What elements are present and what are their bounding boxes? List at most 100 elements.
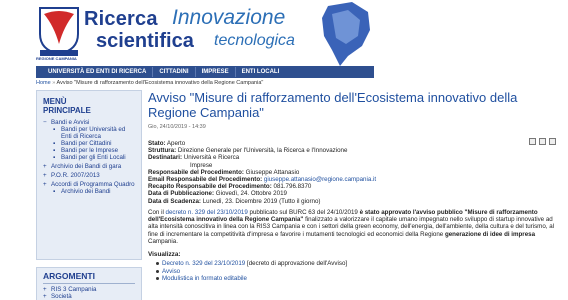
article-date: Gio, 24/10/2019 - 14:39 xyxy=(148,124,206,130)
arguments-title: ARGOMENTI xyxy=(43,271,95,281)
site-header: Ricerca scientifica Innovazione tecnolog… xyxy=(0,0,568,68)
menu-title-line2: PRINCIPALE xyxy=(43,106,91,115)
menu-bullet-icon: ▪ xyxy=(53,154,56,161)
nav-item-enti-locali[interactable]: ENTI LOCALI xyxy=(236,67,286,77)
visualizza-heading: Visualizza: xyxy=(148,251,181,259)
pub-value: Giovedì, 24. Ottobre 2019 xyxy=(215,190,287,198)
scad-label: Data di Scadenza: xyxy=(148,197,201,205)
sidebar-item-label: Bandi per Università ed Enti di Ricerca xyxy=(61,126,126,140)
stato-label: Stato: xyxy=(148,140,166,147)
sidebar-item[interactable]: ▪ Bandi per le Imprese xyxy=(43,147,135,154)
sidebar-item[interactable]: + Archivio dei Bandi di gara xyxy=(43,163,135,170)
sidebar-item[interactable]: + Accordi di Programma Quadro xyxy=(43,181,135,188)
argument-item[interactable]: + Società xyxy=(43,293,135,300)
attachment-item: Decreto n. 329 del 23/10/2019 [decreto d… xyxy=(156,260,560,267)
nav-item-universita[interactable]: UNIVERSITÀ ED ENTI DI RICERCA xyxy=(42,67,154,77)
breadcrumb-current: Avviso "Misure di rafforzamento dell'Eco… xyxy=(56,80,264,86)
attachments-list: Decreto n. 329 del 23/10/2019 [decreto d… xyxy=(148,260,560,282)
breadcrumb-home[interactable]: Home xyxy=(36,80,51,86)
arguments-divider xyxy=(43,283,135,284)
sidebar-item-label: Bandi per gli Enti Locali xyxy=(61,154,126,161)
argument-item[interactable]: + RIS 3 Campania xyxy=(43,286,135,293)
main-menu-box: MENÙ PRINCIPALE − Bandi e Avvisi ▪ Bandi pe… xyxy=(36,90,142,260)
body-pre: Con il xyxy=(148,208,166,216)
struttura-label: Struttura: xyxy=(148,147,177,155)
site-title-line2: scientifica xyxy=(96,30,194,52)
site-title-line1: Ricerca xyxy=(84,8,158,30)
struttura-value: Direzione Generale per l'Università, la … xyxy=(177,147,348,155)
expand-icon: + xyxy=(43,293,47,300)
campania-map-graphic xyxy=(322,2,370,66)
body-end: Campania. xyxy=(148,238,178,246)
menu-bullet-icon: ▪ xyxy=(53,140,56,147)
attachment-link[interactable]: Avviso xyxy=(162,268,180,275)
sidebar-item[interactable]: ▪ Archivio dei Bandi xyxy=(43,188,135,195)
pub-label: Data di Pubblicazione: xyxy=(148,190,215,198)
article: Avviso "Misure di rafforzamento dell'Eco… xyxy=(148,90,568,300)
bullet-icon xyxy=(156,269,159,273)
tel-label: Recapito Responsabile del Procedimento: xyxy=(148,183,272,191)
menu-title-line1: MENÙ xyxy=(43,97,67,106)
destinatari-label: Destinatari: xyxy=(148,154,183,162)
nav-item-imprese[interactable]: IMPRESE xyxy=(196,67,236,77)
sidebar-item-label: Bandi per Cittadini xyxy=(61,140,112,147)
sidebar-item-label: P.O.R. 2007/2013 xyxy=(51,172,100,179)
scad-value: Lunedì, 23. Dicembre 2019 (Tutto il gior… xyxy=(202,197,321,205)
pdf-icon[interactable] xyxy=(539,138,546,145)
resp-label: Responsabile del Procedimento: xyxy=(148,168,244,176)
logo-caption: REGIONE CAMPANIA xyxy=(36,56,77,61)
nav-item-cittadini[interactable]: CITTADINI xyxy=(153,67,196,77)
site-tagline-line1: Innovazione xyxy=(172,6,286,29)
body-bold-2: generazione di idee di impresa xyxy=(444,230,536,238)
body-mid: pubblicato sul BURC 63 del 24/10/2019 xyxy=(247,208,360,216)
article-body: Con il decreto n. 329 del 23/10/2019 pub… xyxy=(148,209,560,245)
menu-bullet-icon: + xyxy=(43,181,47,188)
bullet-icon xyxy=(156,276,159,280)
menu-list: − Bandi e Avvisi ▪ Bandi per Università ed … xyxy=(43,119,135,195)
argument-item-label: RIS 3 Campania xyxy=(51,286,97,293)
breadcrumb-separator: » xyxy=(52,80,56,86)
email-label: Email Responsabile del Procedimento: xyxy=(148,176,263,184)
attachment-link[interactable]: Modulistica in formato editabile xyxy=(162,275,247,282)
sidebar-item-label: Archivio dei Bandi xyxy=(61,188,111,195)
attachment-note: [decreto di approvazione dell'Avviso] xyxy=(245,260,348,268)
sidebar-item[interactable]: + P.O.R. 2007/2013 xyxy=(43,172,135,179)
bullet-icon xyxy=(156,262,159,266)
article-title: Avviso "Misure di rafforzamento dell'Eco… xyxy=(148,90,518,120)
arguments-list: + RIS 3 Campania + Società xyxy=(43,286,135,300)
site-tagline-line2: tecnologica xyxy=(214,32,295,49)
sidebar-item[interactable]: ▪ Bandi per Università ed Enti di Ricerca xyxy=(43,126,135,140)
sidebar: MENÙ PRINCIPALE − Bandi e Avvisi ▪ Bandi pe… xyxy=(36,90,142,300)
menu-bullet-icon: − xyxy=(43,119,47,126)
sidebar-item[interactable]: ▪ Bandi per gli Enti Locali xyxy=(43,154,135,161)
attachment-link[interactable]: Decreto n. 329 del 23/10/2019 xyxy=(162,260,245,267)
article-meta: Stato: Aperto Struttura: Direzione Gener… xyxy=(148,140,560,205)
main-nav: UNIVERSITÀ ED ENTI DI RICERCA CITTADINI … xyxy=(36,66,374,78)
destinatari-value-1: Università e Ricerca xyxy=(183,154,240,162)
email-icon[interactable] xyxy=(549,138,556,145)
destinatari-value-2: Imprese xyxy=(190,161,213,169)
menu-bullet-icon: + xyxy=(43,163,47,170)
email-link[interactable]: giuseppe.attanasio@regione.campania.it xyxy=(264,176,376,183)
breadcrumb: Home » Avviso "Misure di rafforzamento d… xyxy=(36,80,263,86)
decree-link[interactable]: decreto n. 329 del 23/10/2019 xyxy=(166,209,248,216)
resp-value: Giuseppe Attanasio xyxy=(245,168,300,176)
article-tools xyxy=(529,138,556,145)
sidebar-item-label: Bandi per le Imprese xyxy=(61,147,119,154)
attachment-item: Modulistica in formato editabile xyxy=(156,275,560,282)
argument-item-label: Società xyxy=(51,293,72,300)
stato-value: Aperto xyxy=(166,140,186,147)
sidebar-item-label: Bandi e Avvisi xyxy=(51,119,90,126)
menu-bullet-icon: ▪ xyxy=(53,126,56,133)
sidebar-item[interactable]: − Bandi e Avvisi xyxy=(43,119,135,126)
sidebar-item-label: Accordi di Programma Quadro xyxy=(51,181,135,188)
menu-bullet-icon: + xyxy=(43,172,47,179)
sidebar-item-label: Archivio dei Bandi di gara xyxy=(51,163,122,170)
regione-campania-logo[interactable] xyxy=(36,6,82,56)
attachment-item: Avviso xyxy=(156,268,560,275)
arguments-box: ARGOMENTI + RIS 3 Campania + Società xyxy=(36,267,142,300)
sidebar-item[interactable]: ▪ Bandi per Cittadini xyxy=(43,140,135,147)
menu-bullet-icon: ▪ xyxy=(53,188,56,195)
print-icon[interactable] xyxy=(529,138,536,145)
menu-bullet-icon: ▪ xyxy=(53,147,56,154)
